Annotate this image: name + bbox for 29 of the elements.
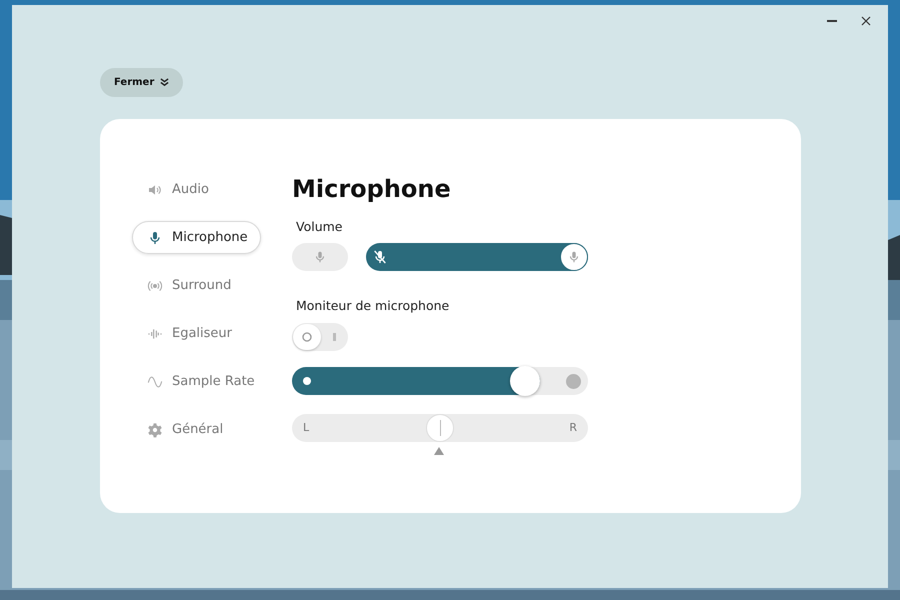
monitor-toggle[interactable] [292, 323, 348, 351]
wave-icon [147, 374, 163, 390]
right-label: R [569, 421, 577, 434]
slider-thumb[interactable] [510, 366, 540, 396]
sidebar-item[interactable]: Microphone [132, 221, 261, 254]
circle-icon [302, 332, 312, 342]
volume-label: Volume [296, 219, 342, 234]
close-icon [861, 16, 871, 26]
dot-icon [566, 374, 581, 389]
sidebar-item[interactable]: Surround [132, 269, 261, 302]
monitor-slider[interactable] [292, 367, 588, 395]
page-title: Microphone [292, 175, 451, 203]
microphone-icon [313, 250, 327, 264]
settings-icon [147, 422, 163, 438]
chevron-icon [160, 78, 170, 87]
minimize-icon [827, 20, 837, 22]
close-menu-button[interactable]: Fermer [100, 68, 184, 97]
balance-slider[interactable]: L R [292, 414, 588, 442]
volume-slider[interactable] [366, 243, 588, 271]
center-marker-icon [434, 447, 444, 455]
sidebar-item[interactable]: Sample Rate [132, 365, 261, 398]
sidebar-item[interactable]: Général [132, 413, 261, 446]
muted-microphone-icon [372, 249, 388, 265]
sidebar-item[interactable]: Egaliseur [132, 317, 261, 350]
monitor-label: Moniteur de microphone [296, 298, 450, 313]
left-label: L [303, 421, 310, 434]
sidebar-item[interactable]: Audio [132, 173, 261, 206]
slider-thumb[interactable] [560, 243, 588, 271]
microphone-icon [567, 250, 581, 264]
